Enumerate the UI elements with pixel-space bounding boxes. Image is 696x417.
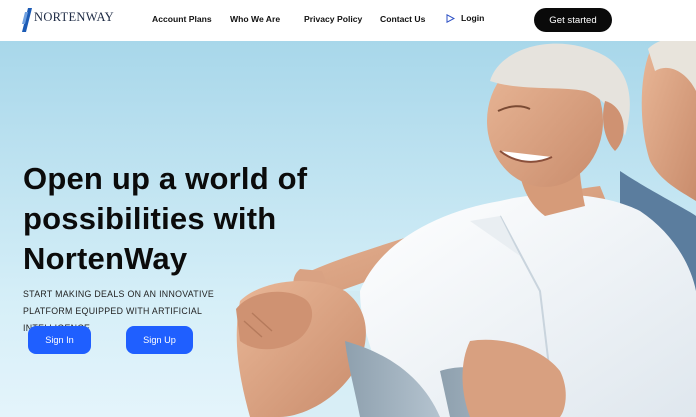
brand-mark-icon — [22, 8, 32, 32]
brand-name: NORTENWAY — [34, 9, 114, 24]
headline-line: Open up a world of — [23, 161, 308, 196]
play-triangle-icon — [446, 13, 455, 23]
hero-headline: Open up a world of possibilities with No… — [23, 159, 343, 279]
login-label: Login — [461, 13, 485, 23]
hero-section: Open up a world of possibilities with No… — [0, 41, 696, 417]
sign-in-button[interactable]: Sign In — [28, 326, 91, 354]
headline-line: NortenWay — [23, 241, 188, 276]
sign-up-button[interactable]: Sign Up — [126, 326, 193, 354]
headline-line: possibilities with — [23, 201, 277, 236]
subtext-line: PLATFORM EQUIPPED WITH ARTIFICIAL — [23, 306, 203, 316]
nav-contact-us[interactable]: Contact Us — [380, 14, 425, 24]
subtext-line: START MAKING DEALS ON AN INNOVATIVE — [23, 289, 215, 299]
site-header: NORTENWAY Account Plans Who We Are Priva… — [0, 0, 696, 41]
brand-logo[interactable]: NORTENWAY — [22, 8, 114, 32]
nav-who-we-are[interactable]: Who We Are — [230, 14, 280, 24]
get-started-button[interactable]: Get started — [534, 8, 612, 32]
nav-privacy-policy[interactable]: Privacy Policy — [304, 14, 362, 24]
nav-account-plans[interactable]: Account Plans — [152, 14, 212, 24]
login-link[interactable]: Login — [446, 13, 484, 23]
